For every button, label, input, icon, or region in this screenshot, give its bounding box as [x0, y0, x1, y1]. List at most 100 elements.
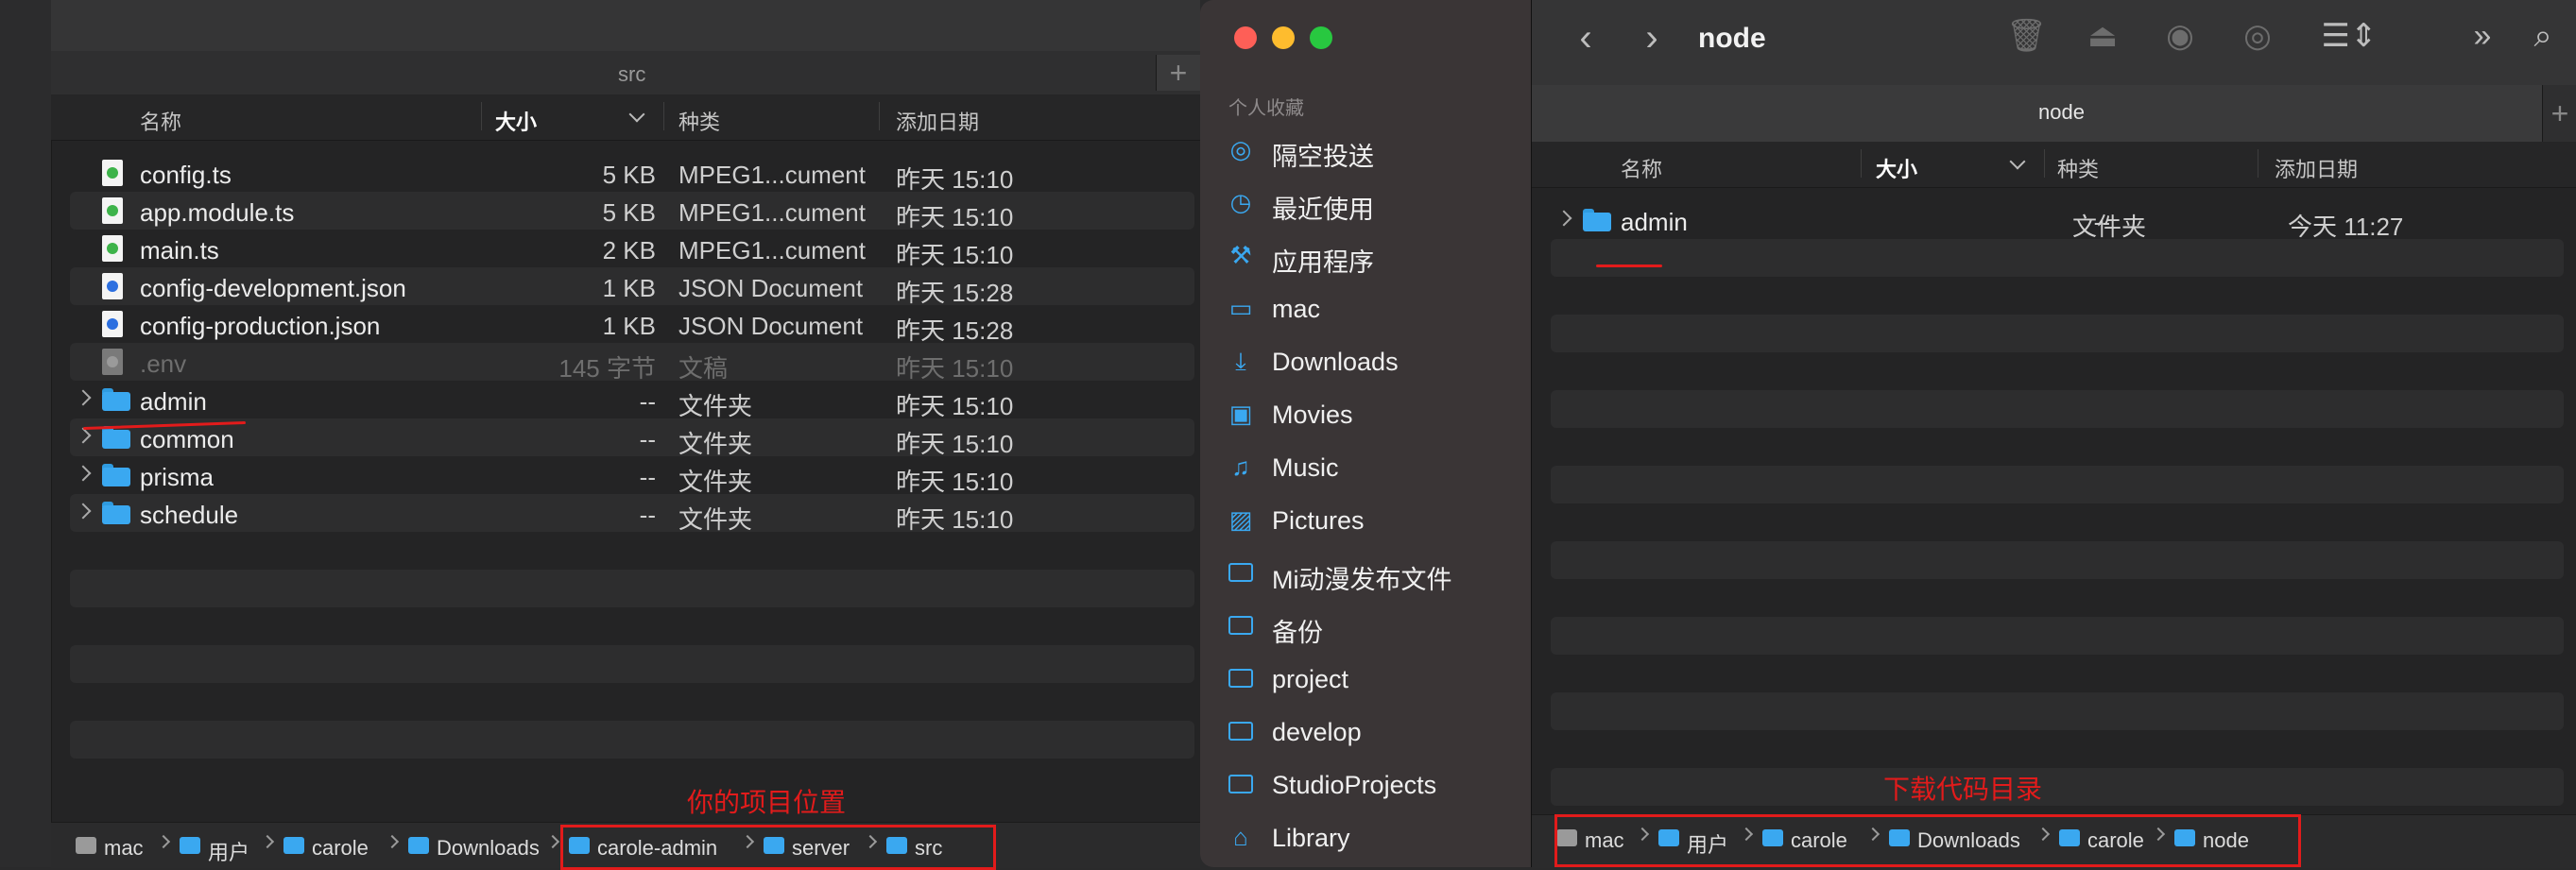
- disclosure-chevron-icon[interactable]: [75, 503, 92, 520]
- project-location-note: 你的项目位置: [687, 788, 847, 817]
- column-name[interactable]: 名称: [140, 106, 181, 136]
- applications-icon: ⚒: [1229, 241, 1252, 269]
- film-icon: ▣: [1228, 400, 1253, 428]
- left-toolbar: [51, 0, 1200, 51]
- eject-icon[interactable]: ⏏: [2084, 17, 2121, 55]
- folder-icon: [408, 837, 429, 854]
- file-kind: MPEG1...cument: [678, 236, 866, 264]
- sidebar-item[interactable]: ▨ Pictures: [1219, 497, 1521, 542]
- folder-icon: [102, 426, 130, 449]
- disclosure-chevron-icon[interactable]: [1555, 210, 1572, 227]
- sidebar-item[interactable]: develop: [1219, 708, 1521, 754]
- eye-icon[interactable]: ◉: [2159, 17, 2201, 55]
- left-tab-bar: src +: [51, 51, 1200, 95]
- disclosure-chevron-icon[interactable]: [75, 427, 92, 444]
- column-kind[interactable]: 种类: [678, 106, 720, 136]
- file-date: 今天 11:27: [2288, 213, 2404, 241]
- trash-icon[interactable]: 🗑: [2006, 17, 2047, 55]
- chevron-right-icon: [385, 834, 400, 849]
- file-kind: JSON Document: [678, 312, 864, 340]
- sidebar-item[interactable]: ◷ 最近使用: [1219, 179, 1521, 225]
- photo-icon: ▨: [1228, 505, 1253, 534]
- new-tab-button[interactable]: +: [1156, 55, 1200, 91]
- sidebar: 个人收藏 ◎ 隔空投送 ◷ 最近使用 ⚒ 应用程序 ▭ mac ⤓ Downloads ▣ Movie…: [1200, 0, 1531, 867]
- sidebar-item-label: StudioProjects: [1272, 771, 1437, 799]
- left-window-edge: [0, 0, 52, 867]
- sidebar-item[interactable]: ⚒ 应用程序: [1219, 232, 1521, 278]
- empty-row: [1551, 692, 2564, 730]
- tab-src[interactable]: src: [618, 62, 645, 87]
- sidebar-item[interactable]: ▣ Movies: [1219, 391, 1521, 436]
- clock-icon: ◷: [1229, 188, 1252, 216]
- breadcrumb-item[interactable]: mac: [104, 836, 144, 861]
- left-finder-window: src + 名称 大小 种类 添加日期 config.ts 5 KB MPEG1..…: [0, 0, 1200, 870]
- zoom-button[interactable]: [1310, 26, 1332, 49]
- sidebar-item[interactable]: StudioProjects: [1219, 761, 1521, 807]
- file-row[interactable]: prisma -- 文件夹 昨天 15:10: [70, 456, 1194, 496]
- file-row[interactable]: config.ts 5 KB MPEG1...cument 昨天 15:10: [70, 154, 1194, 194]
- file-name: config-development.json: [140, 274, 406, 302]
- new-tab-button[interactable]: +: [2542, 85, 2576, 142]
- column-date[interactable]: 添加日期: [2275, 153, 2358, 183]
- airdrop-icon[interactable]: ◎: [2237, 17, 2278, 55]
- file-row[interactable]: config-development.json 1 KB JSON Document…: [70, 267, 1194, 307]
- minimize-button[interactable]: [1272, 26, 1295, 49]
- folder-icon: [180, 837, 200, 854]
- sidebar-item-label: 最近使用: [1272, 196, 1374, 224]
- sidebar-item[interactable]: 备份: [1219, 603, 1521, 648]
- file-name: .env: [140, 350, 187, 378]
- file-date: 昨天 15:10: [896, 468, 1014, 496]
- file-date: 昨天 15:10: [896, 203, 1014, 231]
- file-row[interactable]: schedule -- 文件夹 昨天 15:10: [70, 494, 1194, 534]
- breadcrumb-item[interactable]: Downloads: [437, 836, 540, 861]
- column-size[interactable]: 大小: [495, 106, 537, 136]
- column-size[interactable]: 大小: [1876, 153, 1917, 183]
- folder-icon: [102, 388, 130, 411]
- empty-row: [1551, 390, 2564, 428]
- breadcrumb-item[interactable]: carole: [312, 836, 369, 861]
- file-name: config.ts: [140, 161, 232, 189]
- empty-row: [1551, 239, 2564, 277]
- folder-icon: [1228, 563, 1253, 582]
- highlight-box: [1554, 814, 2301, 867]
- column-kind[interactable]: 种类: [2057, 153, 2099, 183]
- breadcrumb-item[interactable]: 用户: [208, 836, 249, 866]
- chevron-right-icon: [156, 834, 171, 849]
- file-row[interactable]: config-production.json 1 KB JSON Document 昨…: [70, 305, 1194, 345]
- sidebar-item[interactable]: Mi动漫发布文件: [1219, 550, 1521, 595]
- forward-icon[interactable]: ›: [1638, 19, 1666, 57]
- back-icon[interactable]: ‹: [1571, 19, 1600, 57]
- close-button[interactable]: [1234, 26, 1257, 49]
- sidebar-item[interactable]: ⤓ Downloads: [1219, 338, 1521, 384]
- file-row[interactable]: app.module.ts 5 KB MPEG1...cument 昨天 15:10: [70, 192, 1194, 231]
- right-column-header: 名称 大小 种类 添加日期: [1532, 142, 2576, 188]
- file-row[interactable]: admin -- 文件夹 昨天 15:10: [70, 381, 1194, 420]
- file-kind: 文稿: [678, 354, 729, 383]
- disclosure-chevron-icon[interactable]: [75, 465, 92, 482]
- file-size: 145 字节: [558, 354, 656, 383]
- tab-node[interactable]: node: [1532, 85, 2543, 142]
- sidebar-item[interactable]: ◎ 隔空投送: [1219, 127, 1521, 172]
- file-row[interactable]: .env 145 字节 文稿 昨天 15:10: [70, 343, 1194, 383]
- file-row[interactable]: main.ts 2 KB MPEG1...cument 昨天 15:10: [70, 230, 1194, 269]
- more-icon[interactable]: »: [2465, 17, 2499, 55]
- folder-icon: [1228, 722, 1253, 741]
- sidebar-item[interactable]: ⌂ Library: [1219, 814, 1521, 860]
- sidebar-item-label: 备份: [1272, 619, 1323, 647]
- file-size: 1 KB: [602, 274, 656, 302]
- underline-mark: [1596, 264, 1662, 267]
- column-date[interactable]: 添加日期: [896, 106, 979, 136]
- download-icon: ⤓: [1235, 347, 1246, 375]
- file-date: 昨天 15:10: [896, 241, 1014, 269]
- sidebar-item[interactable]: project: [1219, 656, 1521, 701]
- list-view-icon[interactable]: ☰⇕: [2316, 17, 2382, 55]
- search-icon[interactable]: ⌕: [2524, 17, 2562, 55]
- sidebar-item[interactable]: ♫ Music: [1219, 444, 1521, 489]
- empty-row: [1551, 315, 2564, 352]
- file-row[interactable]: admin -- 文件夹 今天 11:27: [1551, 201, 2564, 241]
- column-name[interactable]: 名称: [1621, 153, 1662, 183]
- download-dir-note: 下载代码目录: [1883, 775, 2043, 804]
- sidebar-item[interactable]: ▭ mac: [1219, 285, 1521, 331]
- disclosure-chevron-icon[interactable]: [75, 389, 92, 406]
- file-kind: 文件夹: [678, 430, 753, 458]
